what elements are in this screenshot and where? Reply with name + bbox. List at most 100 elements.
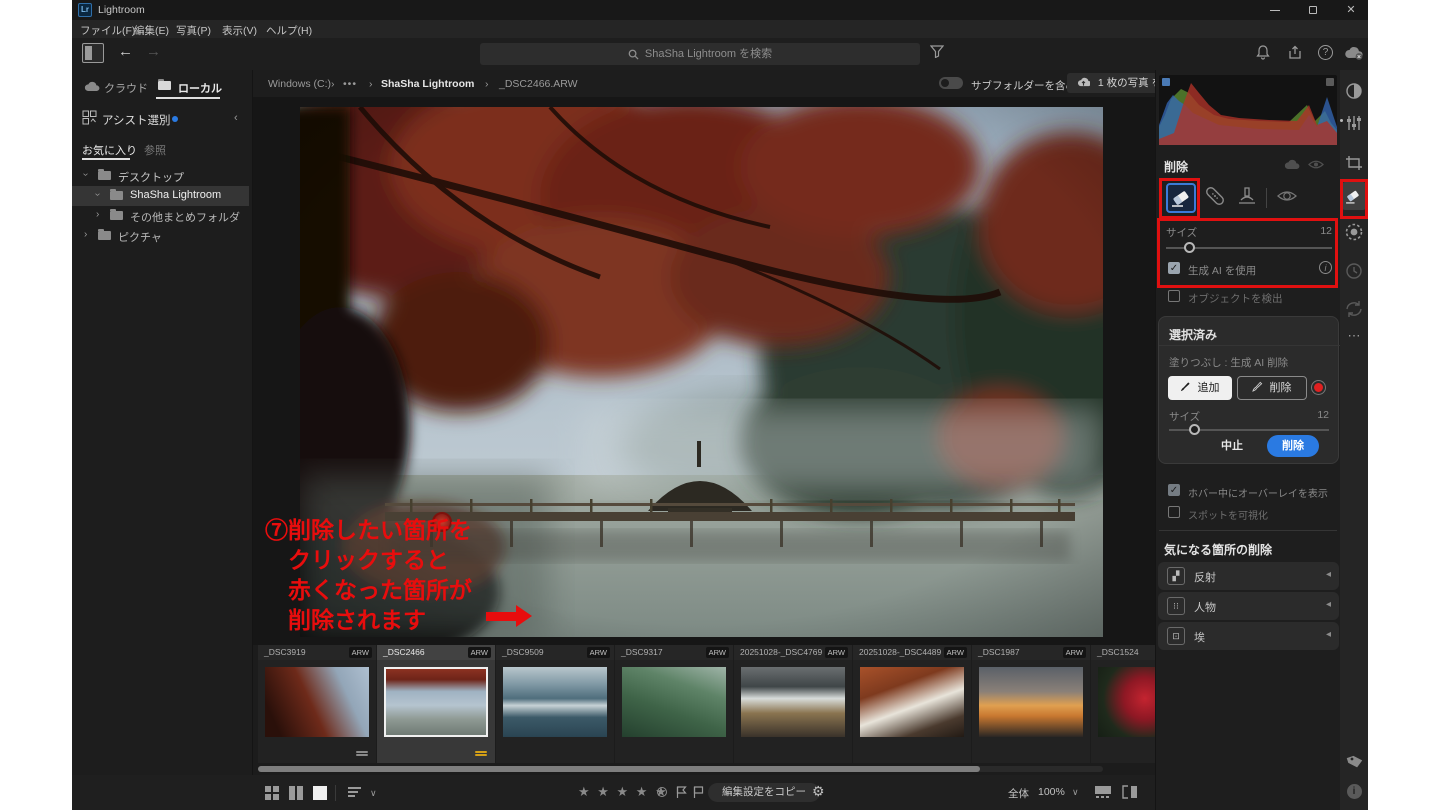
subtract-brush-button[interactable]: 削除 <box>1237 376 1307 400</box>
keywords-tag-icon[interactable] <box>1340 752 1368 770</box>
sort-chevron-icon[interactable]: ∨ <box>370 788 377 799</box>
thumbnail[interactable] <box>741 667 845 737</box>
assist-select-item[interactable]: アシスト選別 <box>102 112 171 128</box>
help-icon[interactable]: ? <box>1318 45 1333 60</box>
histogram-clip-left-icon[interactable] <box>1162 78 1170 86</box>
cancel-button[interactable]: 中止 <box>1207 436 1257 456</box>
histogram-clip-right-icon[interactable] <box>1326 78 1334 86</box>
two-up-view-icon[interactable] <box>289 786 303 800</box>
back-icon[interactable]: ← <box>118 43 133 60</box>
copy-edit-settings-button[interactable]: 編集設定をコピー <box>708 783 820 802</box>
sync-icon[interactable] <box>1340 300 1368 318</box>
tree-collapsed-icon[interactable]: › <box>96 209 99 220</box>
zoom-chevron-icon[interactable]: ∨ <box>1072 787 1079 798</box>
tree-expand-icon[interactable]: › <box>92 193 103 196</box>
sort-icon[interactable] <box>348 787 362 801</box>
tree-expand-icon[interactable]: › <box>80 173 91 176</box>
tree-item-other-folder[interactable]: › その他まとめフォルダ <box>72 206 253 226</box>
assist-collapse-icon[interactable]: ‹ <box>234 112 238 124</box>
zoom-value[interactable]: 100% <box>1038 786 1065 798</box>
adjust-sliders-icon[interactable] <box>1340 114 1368 132</box>
overlay-hover-checkbox[interactable]: ✓ <box>1168 484 1180 496</box>
filmstrip-item[interactable]: 20251028-_DSC4489 ARW <box>853 645 971 763</box>
thumbnail[interactable] <box>384 667 488 737</box>
tab-favorites[interactable]: お気に入り <box>82 142 137 158</box>
filmstrip-item[interactable]: _DSC9509 ARW <box>496 645 614 763</box>
masking-icon[interactable] <box>1340 222 1368 242</box>
close-button[interactable]: ✕ <box>1334 0 1368 20</box>
overlay-color-swatch[interactable] <box>1312 381 1325 394</box>
thumbnail[interactable] <box>979 667 1083 737</box>
share-icon[interactable] <box>1288 45 1302 60</box>
filmstrip-item[interactable]: _DSC1524ARW <box>1091 645 1155 763</box>
tab-browse[interactable]: 参照 <box>144 142 166 158</box>
menu-edit[interactable]: 編集(E) <box>134 23 169 38</box>
heal-tool[interactable] <box>1202 183 1232 213</box>
breadcrumb-file[interactable]: _DSC2466.ARW <box>499 78 578 90</box>
expand-icon[interactable]: ◂ <box>1326 599 1331 610</box>
expand-icon[interactable]: ◂ <box>1326 569 1331 580</box>
detail-view-icon[interactable] <box>313 786 327 800</box>
distraction-item-reflections[interactable]: ▞ 反射 ◂ <box>1158 562 1339 590</box>
expand-icon[interactable]: ◂ <box>1326 629 1331 640</box>
breadcrumb-folder[interactable]: ShaSha Lightroom <box>381 78 474 90</box>
filter-icon[interactable] <box>930 45 944 58</box>
breadcrumb-drive[interactable]: Windows (C:) <box>268 78 331 90</box>
tree-item-pictures[interactable]: › ピクチャ <box>72 226 253 246</box>
tree-item-desktop[interactable]: › デスクトップ <box>72 166 253 186</box>
filmstrip-scrollbar[interactable] <box>258 766 1103 772</box>
filmstrip-item[interactable]: _DSC3919 ARW <box>258 645 376 763</box>
tab-cloud[interactable]: クラウド <box>104 80 148 96</box>
filmstrip-item[interactable]: _DSC9317 ARW <box>615 645 733 763</box>
filmstrip-toggle-icon[interactable] <box>1094 785 1112 799</box>
compare-view-icon[interactable] <box>1122 785 1138 799</box>
selected-size-slider[interactable] <box>1169 424 1329 435</box>
more-tools-icon[interactable]: ⋯ <box>1340 328 1368 344</box>
reject-flag-icon[interactable] <box>693 786 704 799</box>
star-rating[interactable]: ★ ★ ★ ★ ★ <box>578 784 669 800</box>
histogram[interactable] <box>1159 75 1337 145</box>
notifications-bell-icon[interactable] <box>1256 45 1270 60</box>
cloud-sync-icon[interactable] <box>1344 47 1364 60</box>
filmstrip-item[interactable]: 20251028-_DSC4769 ARW <box>734 645 852 763</box>
grid-view-icon[interactable] <box>265 786 279 800</box>
scrollbar-thumb[interactable] <box>258 766 980 772</box>
menu-view[interactable]: 表示(V) <box>222 23 257 38</box>
filmstrip-item[interactable]: _DSC1987 ARW <box>972 645 1090 763</box>
maximize-button[interactable] <box>1296 0 1330 20</box>
apply-remove-button[interactable]: 削除 <box>1267 435 1319 457</box>
thumbnail[interactable] <box>1098 667 1155 737</box>
sidebar-toggle-icon[interactable] <box>82 43 104 63</box>
thumbnail[interactable] <box>265 667 369 737</box>
distraction-item-dust[interactable]: ⊡ 埃 ◂ <box>1158 622 1339 650</box>
thumbnail[interactable] <box>622 667 726 737</box>
edit-light-icon[interactable] <box>1340 82 1368 100</box>
color-label-icon[interactable] <box>657 787 667 797</box>
include-subfolders-toggle[interactable] <box>939 77 963 89</box>
menu-help[interactable]: ヘルプ(H) <box>266 23 312 38</box>
thumbnail[interactable] <box>503 667 607 737</box>
detect-objects-checkbox[interactable] <box>1168 290 1180 302</box>
filmstrip-item-selected[interactable]: _DSC2466 ARW <box>377 645 495 763</box>
gear-icon[interactable]: ⚙ <box>812 783 825 800</box>
add-brush-button[interactable]: 追加 <box>1168 376 1232 400</box>
versions-clock-icon[interactable] <box>1340 262 1368 280</box>
minimize-button[interactable] <box>1258 0 1292 20</box>
tree-item-shasha-lightroom[interactable]: › ShaSha Lightroom <box>72 186 249 206</box>
distraction-item-people[interactable]: ⁝⁝ 人物 ◂ <box>1158 592 1339 620</box>
visualize-spots-checkbox[interactable] <box>1168 506 1180 518</box>
red-eye-tool[interactable] <box>1274 183 1304 213</box>
crop-icon[interactable] <box>1340 154 1368 172</box>
menu-file[interactable]: ファイル(F) <box>80 23 135 38</box>
menu-photo[interactable]: 写真(P) <box>176 23 211 38</box>
thumbnail[interactable] <box>860 667 964 737</box>
search-input[interactable]: ShaSha Lightroom を検索 <box>480 43 920 65</box>
zoom-mode-label[interactable]: 全体 <box>1008 786 1029 801</box>
info-icon[interactable]: i <box>1340 784 1368 799</box>
clone-tool[interactable] <box>1234 183 1264 213</box>
tree-collapsed-icon[interactable]: › <box>84 229 87 240</box>
breadcrumb-ellipsis[interactable]: ••• <box>343 78 357 90</box>
tab-local[interactable]: ローカル <box>178 80 222 96</box>
pick-flag-icon[interactable] <box>676 786 687 799</box>
slider-knob[interactable] <box>1189 424 1200 435</box>
